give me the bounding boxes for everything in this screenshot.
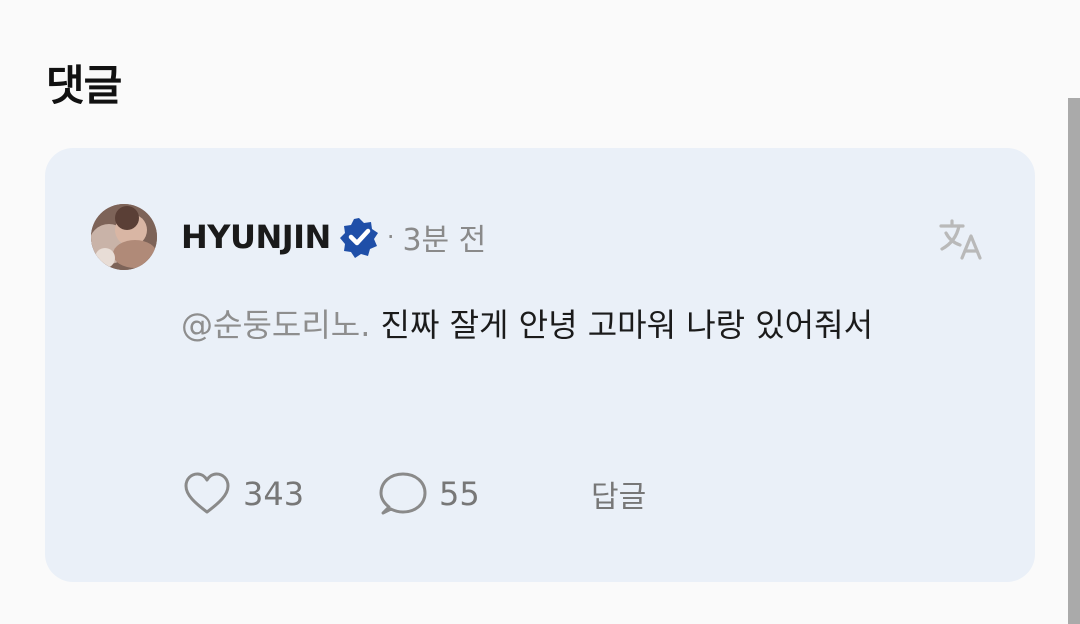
comments-section-title: 댓글 [46,61,122,110]
avatar[interactable] [91,204,157,270]
like-count: 343 [243,475,305,513]
comment-body: @순둥도리노. 진짜 잘게 안녕 고마워 나랑 있어줘서 [181,298,921,352]
translate-icon[interactable] [935,214,987,266]
heart-icon [184,472,230,514]
scrollbar[interactable] [1068,98,1080,624]
speech-bubble-icon [379,472,427,515]
reply-button[interactable]: 답글 [591,472,646,516]
meta-separator: · [386,223,395,251]
verified-badge-icon [339,218,378,258]
comment-message: 진짜 잘게 안녕 고마워 나랑 있어줘서 [370,306,874,344]
comment-card: HYUNJIN · 3분 전 @순둥도리노. 진짜 잘게 안녕 고마워 나랑 있… [45,148,1035,582]
author-name[interactable]: HYUNJIN [181,218,331,256]
comments-screen: 댓글 HYUNJIN · 3분 전 @순둥도리노. 진짜 잘게 안녕 고마워 나… [0,0,1080,624]
like-button[interactable]: 343 [181,468,377,520]
comment-actions: 343 55 답글 [181,468,646,520]
comment-time: 3분 전 [402,223,487,258]
reply-count: 55 [439,475,480,513]
comment-header: HYUNJIN · 3분 전 [181,216,486,258]
reply-count-button[interactable]: 55 [377,468,591,520]
mention-link[interactable]: @순둥도리노. [181,306,370,344]
